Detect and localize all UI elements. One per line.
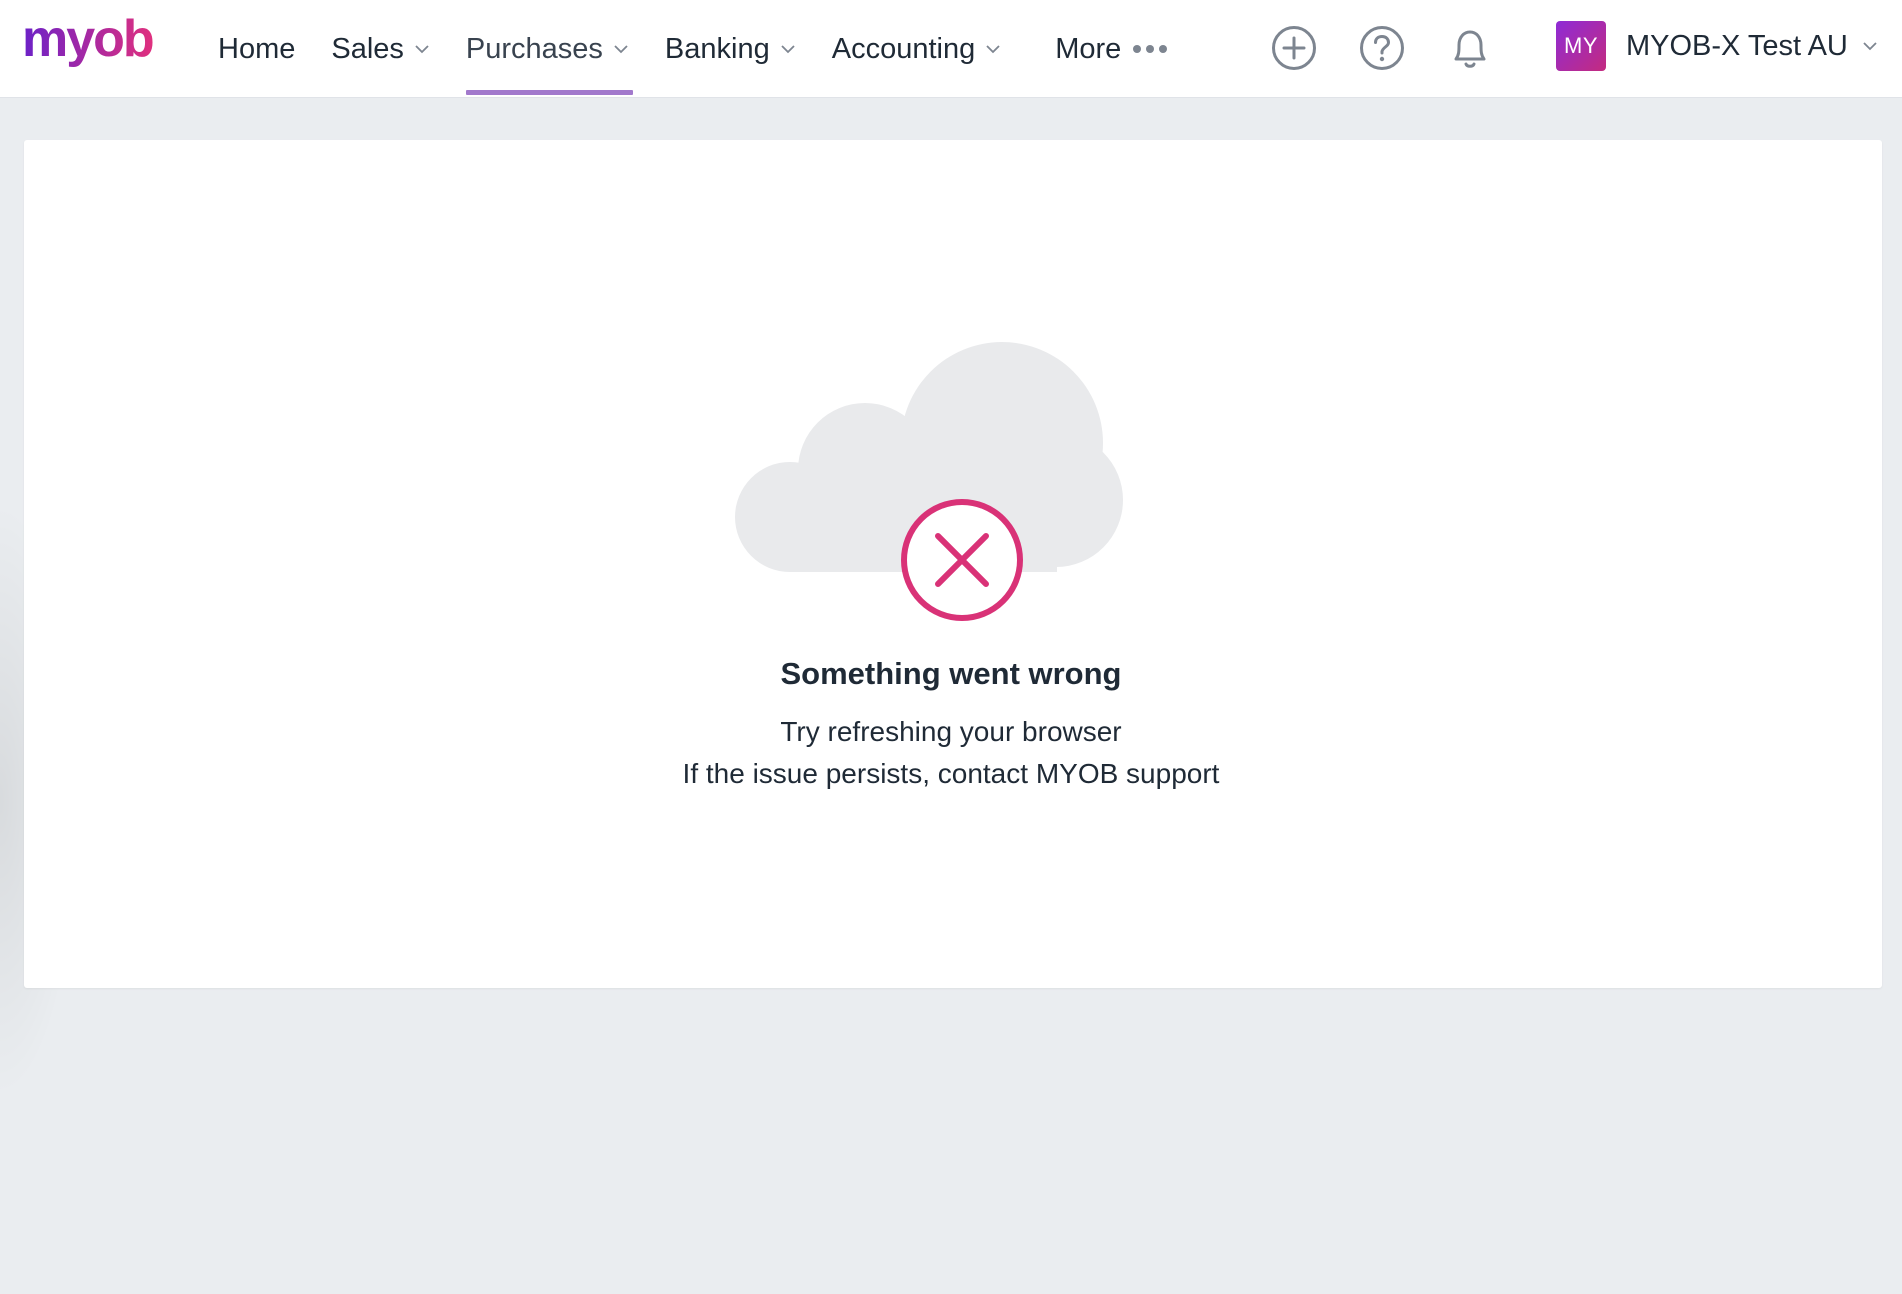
bell-icon bbox=[1454, 30, 1486, 68]
nav-sales-label: Sales bbox=[331, 32, 404, 65]
help-circle-icon bbox=[1360, 26, 1404, 70]
add-button[interactable] bbox=[1268, 22, 1320, 74]
nav-banking[interactable]: Banking bbox=[647, 0, 814, 98]
nav-purchases[interactable]: Purchases bbox=[448, 0, 647, 98]
avatar: MY bbox=[1556, 21, 1606, 71]
chevron-down-icon bbox=[415, 45, 429, 54]
notifications-button[interactable] bbox=[1444, 22, 1496, 74]
chevron-down-icon bbox=[986, 45, 1000, 54]
cloud-error-icon bbox=[735, 342, 1123, 621]
nav-sales[interactable]: Sales bbox=[313, 0, 448, 98]
nav-accounting[interactable]: Accounting bbox=[814, 0, 1020, 98]
nav-accounting-label: Accounting bbox=[831, 32, 976, 65]
error-title: Something went wrong bbox=[780, 656, 1122, 691]
error-message-refresh: Try refreshing your browser bbox=[780, 716, 1122, 747]
main-nav: Home Sales Purchases Banking Accounting … bbox=[200, 0, 1185, 98]
nav-more-label: More bbox=[1055, 32, 1122, 65]
account-name: MYOB-X Test AU bbox=[1626, 29, 1848, 62]
chevron-down-icon bbox=[614, 45, 628, 54]
account-switcher[interactable]: MY MYOB-X Test AU bbox=[1556, 18, 1878, 74]
nav-more[interactable]: More bbox=[1037, 0, 1185, 98]
chevron-down-icon bbox=[1863, 42, 1877, 51]
error-message-support: If the issue persists, contact MYOB supp… bbox=[682, 758, 1220, 789]
nav-banking-label: Banking bbox=[664, 32, 770, 65]
add-circle-icon bbox=[1272, 26, 1316, 70]
help-button[interactable] bbox=[1356, 22, 1408, 74]
chevron-down-icon bbox=[781, 45, 795, 54]
nav-purchases-label: Purchases bbox=[465, 32, 603, 65]
myob-logo[interactable]: myob bbox=[22, 14, 172, 80]
logo-wordmark: myob bbox=[22, 14, 153, 68]
nav-home-label: Home bbox=[218, 32, 296, 65]
error-x-icon bbox=[901, 499, 1023, 621]
more-dots-icon bbox=[1133, 45, 1168, 53]
nav-home[interactable]: Home bbox=[200, 0, 313, 98]
top-navigation-bar: myob Home Sales Purchases Banking Accoun… bbox=[0, 0, 1902, 98]
